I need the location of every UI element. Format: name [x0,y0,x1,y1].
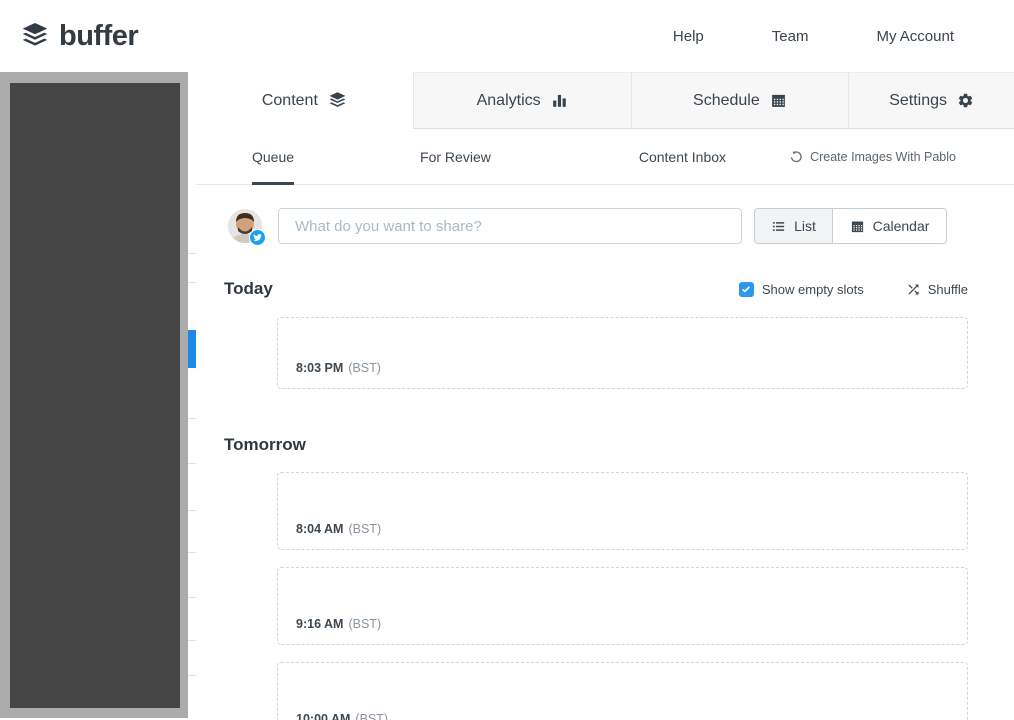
show-empty-slots-toggle[interactable]: Show empty slots [738,281,864,297]
calendar-icon [851,221,863,232]
sidebar-dark-inner [10,83,180,708]
queue-controls: Show empty slots Shuffle [738,281,968,297]
nav-team[interactable]: Team [738,18,843,55]
empty-slot[interactable]: 8:04 AM (BST) [277,472,968,550]
tab-schedule[interactable]: Schedule [630,72,849,129]
shuffle-icon [908,284,919,294]
tab-content-label: Content [261,91,318,109]
pablo-link-label: Create Images With Pablo [810,149,956,164]
strip-divider [188,463,196,464]
strip-divider [188,510,196,511]
slot-timezone: (BST) [348,617,382,631]
slot-timezone: (BST) [348,361,381,375]
subtab-queue-label: Queue [252,148,295,165]
strip-divider [188,597,196,598]
share-input[interactable] [278,208,742,244]
show-empty-slots-label: Show empty slots [761,281,864,297]
slot-time: 10:00 AM [296,712,351,720]
composer: List Calendar [228,208,1014,246]
subtab-for-review-label: For Review [420,148,491,165]
buffer-logo-text: buffer [59,19,139,52]
primary-tabbar: Content Analytics Schedule Settings [196,72,1014,129]
shuffle-button[interactable]: Shuffle [906,282,968,297]
sidebar-dark-panel [0,72,188,718]
strip-divider [188,418,196,419]
strip-divider [188,282,196,283]
layers-icon [329,91,346,107]
subtabbar: Queue For Review Content Inbox Create Im… [196,129,1014,185]
main-panel: Content Analytics Schedule Settings Queu… [196,72,1014,720]
calendar-icon [771,94,785,107]
avatar [228,209,266,246]
tab-settings[interactable]: Settings [848,72,1014,129]
subtab-for-review[interactable]: For Review [420,129,491,184]
empty-slot[interactable]: 10:00 AM (BST) [277,662,968,720]
slot-timezone: (BST) [348,522,382,536]
tab-settings-label: Settings [889,91,948,109]
list-icon [772,221,785,231]
nav-my-account[interactable]: My Account [842,18,988,55]
selected-profile-indicator [188,330,196,368]
strip-divider [188,253,196,254]
top-header: buffer Help Team My Account [0,0,1014,72]
list-view-label: List [794,218,816,234]
calendar-view-button[interactable]: Calendar [833,209,946,243]
slot-time: 8:04 AM [296,522,344,536]
section-header-today: Today Show empty slots Shuffle [224,279,968,299]
gear-icon [958,93,973,108]
slot-timezone: (BST) [355,712,389,720]
section-title-today: Today [224,279,273,298]
list-view-button[interactable]: List [755,209,833,243]
subtab-queue[interactable]: Queue [252,129,295,185]
empty-slot[interactable]: 8:03 PM (BST) [277,317,968,389]
subtab-content-inbox-label: Content Inbox [638,148,727,165]
profile-strip [188,72,196,718]
section-header-tomorrow: Tomorrow [224,435,968,455]
show-empty-slots-checkbox[interactable] [738,281,754,297]
create-images-with-pablo-link[interactable]: Create Images With Pablo [789,150,956,164]
slot-time: 8:03 PM [296,361,344,375]
pablo-icon [790,150,802,162]
tab-schedule-label: Schedule [693,91,760,109]
tab-analytics[interactable]: Analytics [412,72,631,129]
slot-time: 9:16 AM [296,617,344,631]
buffer-app: buffer Help Team My Account Content Anal… [0,0,1014,720]
bar-chart-icon [552,94,566,107]
empty-slot[interactable]: 9:16 AM (BST) [277,567,968,645]
nav-help[interactable]: Help [639,18,738,55]
shuffle-label: Shuffle [927,281,968,297]
calendar-view-label: Calendar [872,218,930,234]
buffer-logo[interactable]: buffer [20,19,139,53]
strip-divider [188,675,196,676]
view-toggle: List Calendar [754,208,947,244]
twitter-badge-icon [249,229,266,246]
workspace: Content Analytics Schedule Settings Queu… [0,72,1014,720]
strip-divider [188,640,196,641]
check-icon [742,286,751,293]
subtab-content-inbox[interactable]: Content Inbox [639,129,726,184]
buffer-logo-icon [22,22,48,46]
tab-analytics-label: Analytics [476,91,541,109]
strip-divider [188,552,196,553]
top-nav: Help Team My Account [639,18,988,55]
section-title-tomorrow: Tomorrow [224,435,306,454]
tab-content[interactable]: Content [196,72,413,129]
